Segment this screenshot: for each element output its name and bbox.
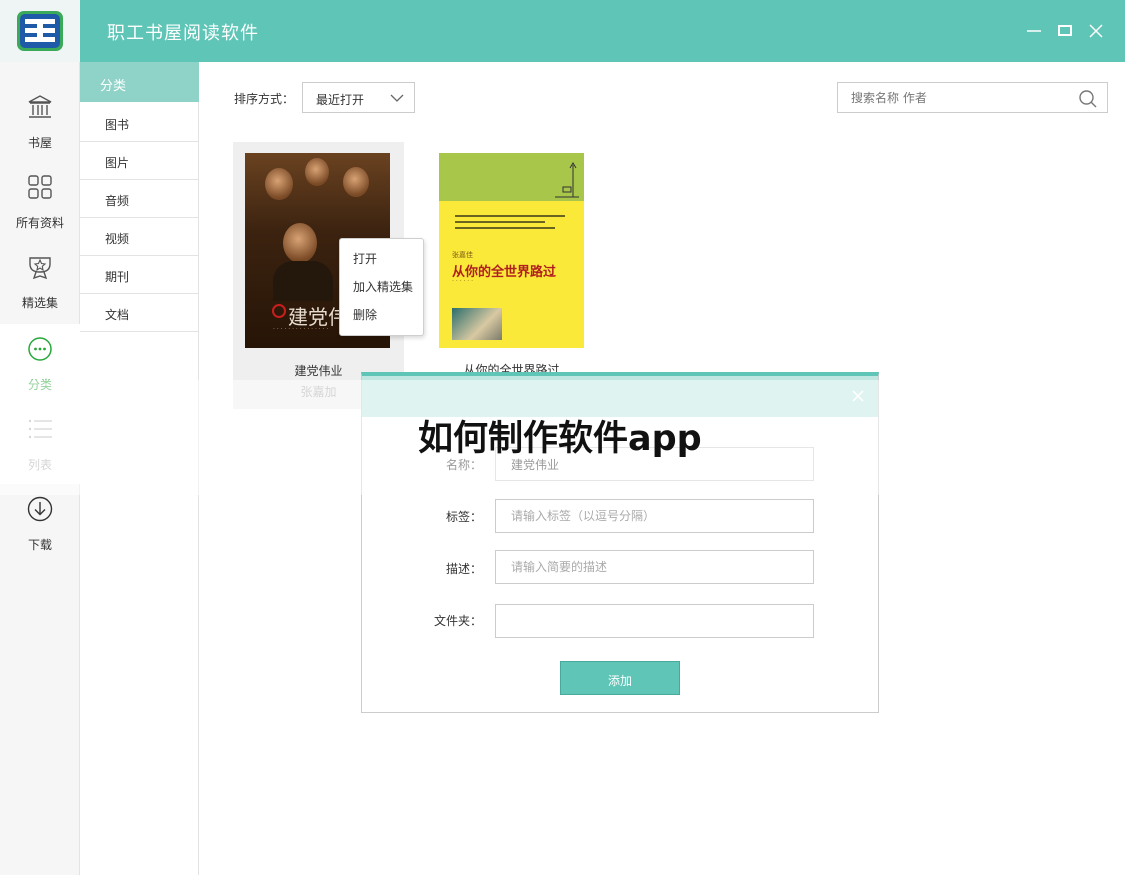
search-box [837, 82, 1108, 113]
minimize-icon[interactable] [1024, 21, 1044, 41]
nav-item-collections[interactable]: 精选集 [0, 242, 80, 322]
category-item-video[interactable]: 视频 [80, 218, 199, 256]
category-header: 分类 [80, 62, 199, 102]
dialog-header [362, 376, 878, 417]
cover-illustration [555, 162, 579, 198]
grid-icon [28, 175, 52, 199]
context-menu-open[interactable]: 打开 [353, 250, 377, 267]
maximize-icon[interactable] [1055, 21, 1075, 41]
nav-label: 列表 [27, 458, 52, 472]
cover-subtitle: · · · · · · [452, 278, 473, 285]
cover-figure [283, 223, 317, 263]
logo-area [0, 0, 80, 62]
nav-label: 下载 [27, 538, 52, 552]
close-icon[interactable] [850, 388, 866, 404]
more-circle-icon [28, 337, 52, 361]
tags-field[interactable] [495, 499, 814, 533]
add-button[interactable]: 添加 [560, 661, 680, 695]
cover-blurb [455, 221, 545, 223]
category-item-documents[interactable]: 文档 [80, 294, 199, 332]
sort-value: 最近打开 [316, 93, 365, 107]
download-icon [27, 496, 53, 522]
nav-item-categories[interactable]: 分类 [0, 324, 80, 404]
search-input[interactable] [838, 83, 1068, 112]
cover-author: 张嘉佳 [452, 251, 473, 259]
name-label: 名称： [445, 458, 482, 472]
cover-photo [452, 308, 502, 340]
nav-label: 所有资料 [15, 216, 64, 230]
nav-item-list[interactable]: 列表 [0, 404, 80, 484]
context-menu-add-to-collection[interactable]: 加入精选集 [353, 278, 413, 295]
nav-item-all-resources[interactable]: 所有资料 [0, 162, 80, 242]
cover-subtitle: · · · · · · · · · · · · · · · [273, 326, 329, 333]
cover-figure [265, 168, 293, 200]
category-item-journals[interactable]: 期刊 [80, 256, 199, 294]
app-title: 职工书屋阅读软件 [107, 23, 259, 44]
sort-label: 排序方式： [234, 92, 295, 106]
add-dialog: 名称： 标签： 描述： 文件夹： 添加 [361, 372, 879, 713]
cover-blurb [455, 215, 565, 217]
category-item-audio[interactable]: 音频 [80, 180, 199, 218]
book-cover[interactable]: 张嘉佳 从你的全世界路过 · · · · · · [439, 153, 584, 348]
category-item-images[interactable]: 图片 [80, 142, 199, 180]
category-panel: 分类 图书 图片 音频 视频 期刊 文档 [80, 62, 199, 875]
left-nav: 书屋 所有资料 精选集 分类 列表 下载 [0, 62, 80, 875]
chevron-down-icon [390, 94, 404, 102]
nav-label: 书屋 [27, 136, 52, 150]
name-field[interactable] [495, 447, 814, 481]
library-icon [28, 95, 52, 118]
cover-figure-body [273, 261, 333, 301]
nav-label: 精选集 [21, 296, 58, 310]
app-logo [17, 11, 63, 51]
description-field[interactable] [495, 550, 814, 584]
search-icon[interactable] [1078, 89, 1098, 109]
folder-field[interactable] [495, 604, 814, 638]
award-icon [29, 257, 51, 280]
list-icon [28, 419, 52, 439]
folder-label: 文件夹： [433, 614, 482, 628]
context-menu: 打开 加入精选集 删除 [339, 238, 424, 336]
cover-figure [343, 167, 369, 197]
cover-figure [305, 158, 329, 186]
title-bar: 职工书屋阅读软件 [0, 0, 1125, 62]
context-menu-delete[interactable]: 删除 [353, 306, 377, 323]
sort-select[interactable]: 最近打开 [302, 82, 415, 113]
close-icon[interactable] [1086, 21, 1106, 41]
description-label: 描述： [445, 562, 482, 576]
nav-item-library[interactable]: 书屋 [0, 82, 80, 162]
nav-label: 分类 [27, 378, 52, 392]
cover-blurb [455, 227, 555, 229]
tags-label: 标签： [445, 510, 482, 524]
cover-top-band [439, 153, 584, 201]
nav-item-download[interactable]: 下载 [0, 484, 80, 564]
category-item-books[interactable]: 图书 [80, 104, 199, 142]
cover-seal [272, 304, 286, 318]
